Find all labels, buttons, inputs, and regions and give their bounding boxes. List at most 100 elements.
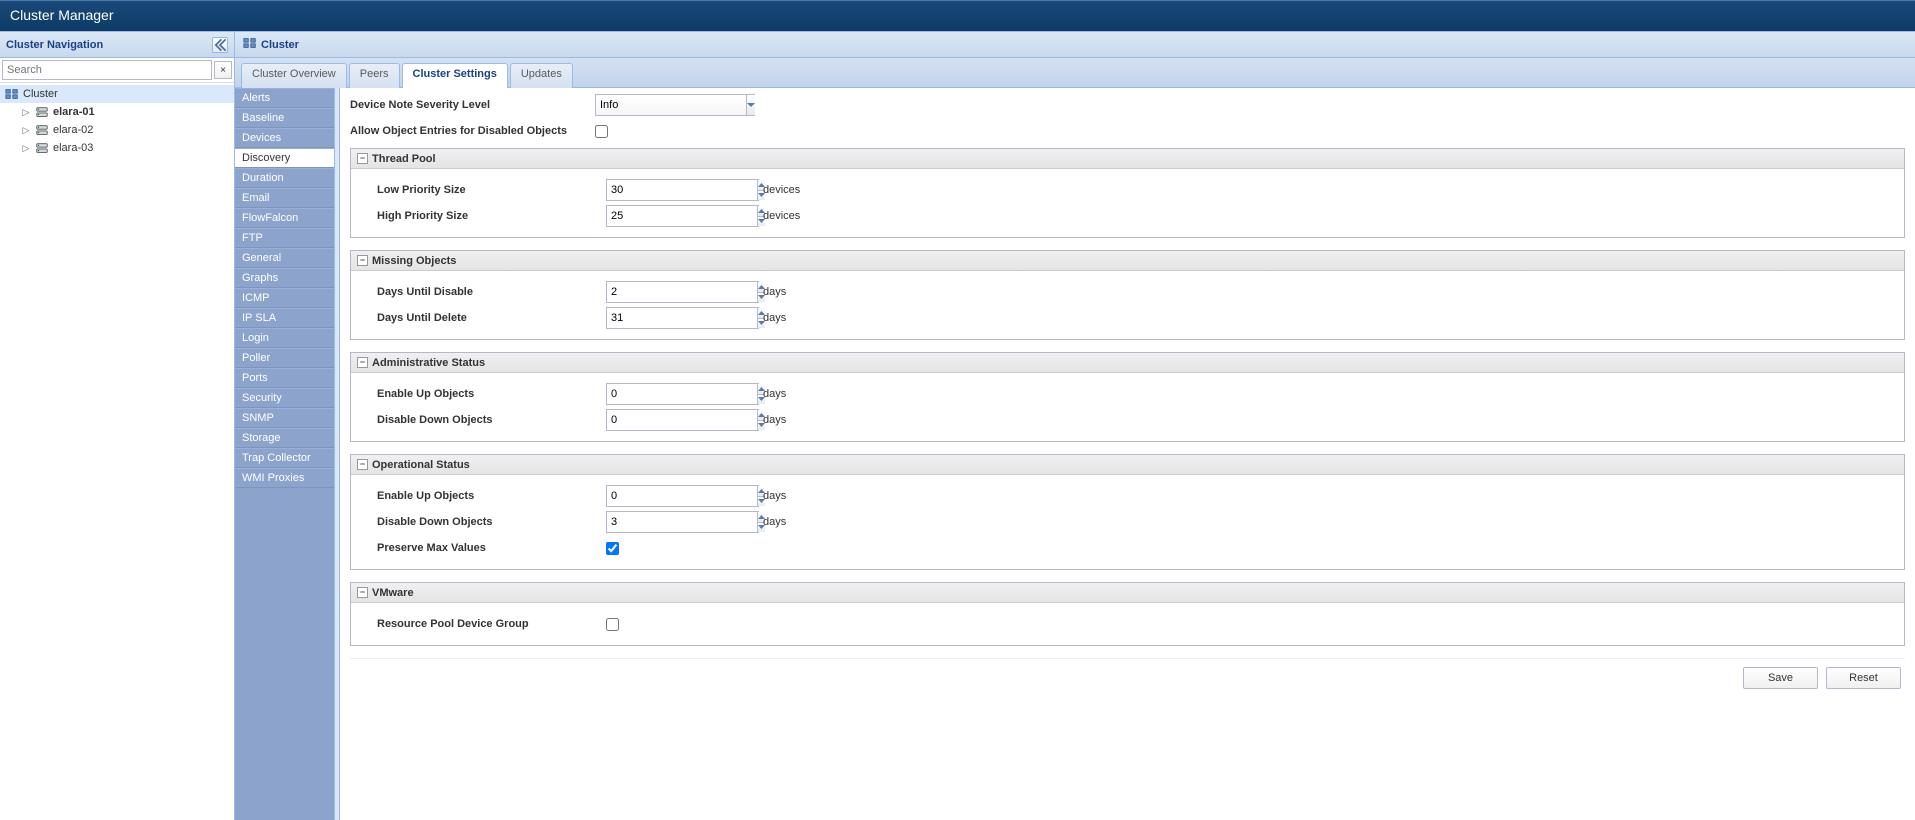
right-panel-title: Cluster (261, 39, 299, 51)
days-until-disable-label: Days Until Disable (361, 286, 606, 298)
fieldset-header-admin[interactable]: − Administrative Status (351, 353, 1904, 373)
admin-enable-up-spinner[interactable] (606, 383, 759, 405)
tree-root-label: Cluster (23, 88, 58, 100)
days-until-disable-unit: days (763, 286, 786, 298)
app-title: Cluster Manager (10, 7, 114, 23)
tree-node-elara-03[interactable]: ▷ elara-03 (16, 139, 234, 157)
tab-cluster-settings[interactable]: Cluster Settings (402, 63, 508, 88)
fieldset-header-oper[interactable]: − Operational Status (351, 455, 1904, 475)
side-item-login[interactable]: Login (235, 328, 334, 348)
fieldset-oper-status: − Operational Status Enable Up Objects d… (350, 454, 1905, 570)
fieldset-title: Thread Pool (372, 153, 436, 165)
tabs-toolbar: Cluster OverviewPeersCluster SettingsUpd… (235, 58, 1915, 88)
days-until-delete-input[interactable] (607, 308, 757, 328)
days-until-disable-spinner[interactable] (606, 281, 759, 303)
preserve-max-checkbox[interactable] (606, 542, 619, 555)
side-item-snmp[interactable]: SNMP (235, 408, 334, 428)
side-item-flowfalcon[interactable]: FlowFalcon (235, 208, 334, 228)
tree-node-elara-02[interactable]: ▷elara-02 (16, 121, 234, 139)
oper-disable-down-label: Disable Down Objects (361, 516, 606, 528)
oper-enable-up-spinner[interactable] (606, 485, 759, 507)
server-icon (34, 122, 50, 138)
side-item-graphs[interactable]: Graphs (235, 268, 334, 288)
days-until-delete-unit: days (763, 312, 786, 324)
low-priority-spinner[interactable] (606, 179, 759, 201)
oper-disable-down-spinner[interactable] (606, 511, 759, 533)
collapse-toggle-icon[interactable]: − (357, 587, 368, 598)
expand-icon[interactable]: ▷ (20, 106, 32, 118)
allow-disabled-label: Allow Object Entries for Disabled Object… (350, 125, 595, 137)
side-item-ftp[interactable]: FTP (235, 228, 334, 248)
tab-peers[interactable]: Peers (349, 63, 400, 88)
device-note-severity-dropdown[interactable] (595, 94, 755, 116)
app-title-bar: Cluster Manager (0, 0, 1915, 31)
resource-pool-checkbox[interactable] (606, 618, 619, 631)
high-priority-unit: devices (763, 210, 800, 222)
low-priority-input[interactable] (607, 180, 757, 200)
side-item-devices[interactable]: Devices (235, 128, 334, 148)
admin-disable-down-spinner[interactable] (606, 409, 759, 431)
collapse-toggle-icon[interactable]: − (357, 153, 368, 164)
oper-disable-down-input[interactable] (607, 512, 757, 532)
cluster-tree: Cluster ▷elara-01▷elara-02▷elara-03 (0, 83, 234, 820)
resource-pool-label: Resource Pool Device Group (361, 618, 606, 630)
side-item-security[interactable]: Security (235, 388, 334, 408)
expand-icon[interactable]: ▷ (20, 124, 32, 136)
admin-enable-up-input[interactable] (607, 384, 757, 404)
tree-node-label: elara-03 (53, 142, 93, 154)
side-item-discovery[interactable]: Discovery (235, 148, 334, 168)
dropdown-trigger-icon[interactable] (746, 95, 755, 115)
side-item-alerts[interactable]: Alerts (235, 88, 334, 108)
high-priority-spinner[interactable] (606, 205, 759, 227)
oper-enable-up-unit: days (763, 490, 786, 502)
side-item-duration[interactable]: Duration (235, 168, 334, 188)
days-until-disable-input[interactable] (607, 282, 757, 302)
side-item-ports[interactable]: Ports (235, 368, 334, 388)
side-item-trap-collector[interactable]: Trap Collector (235, 448, 334, 468)
oper-enable-up-input[interactable] (607, 486, 757, 506)
save-button[interactable]: Save (1743, 667, 1818, 689)
fieldset-header-thread-pool[interactable]: − Thread Pool (351, 149, 1904, 169)
admin-disable-down-input[interactable] (607, 410, 757, 430)
fieldset-title: Operational Status (372, 459, 470, 471)
preserve-max-label: Preserve Max Values (361, 542, 606, 554)
left-panel-header: Cluster Navigation (0, 32, 234, 58)
side-item-poller[interactable]: Poller (235, 348, 334, 368)
reset-button[interactable]: Reset (1826, 667, 1901, 689)
side-item-email[interactable]: Email (235, 188, 334, 208)
side-item-storage[interactable]: Storage (235, 428, 334, 448)
days-until-delete-spinner[interactable] (606, 307, 759, 329)
side-item-ip-sla[interactable]: IP SLA (235, 308, 334, 328)
collapse-toggle-icon[interactable]: − (357, 255, 368, 266)
device-note-severity-value[interactable] (596, 95, 746, 115)
collapse-toggle-icon[interactable]: − (357, 459, 368, 470)
admin-disable-down-label: Disable Down Objects (361, 414, 606, 426)
side-item-wmi-proxies[interactable]: WMI Proxies (235, 468, 334, 488)
tree-root-cluster[interactable]: Cluster (0, 85, 234, 103)
allow-disabled-checkbox[interactable] (595, 125, 608, 138)
collapse-toggle-icon[interactable]: − (357, 357, 368, 368)
tree-node-elara-01[interactable]: ▷elara-01 (16, 103, 234, 121)
tab-updates[interactable]: Updates (510, 63, 573, 88)
fieldset-missing-objects: − Missing Objects Days Until Disable day… (350, 250, 1905, 340)
search-input[interactable] (2, 60, 212, 80)
search-clear-button[interactable]: × (214, 61, 232, 79)
fieldset-header-missing[interactable]: − Missing Objects (351, 251, 1904, 271)
right-panel: Cluster Cluster OverviewPeersCluster Set… (235, 32, 1915, 820)
expand-icon[interactable]: ▷ (20, 142, 32, 154)
side-item-general[interactable]: General (235, 248, 334, 268)
search-row: × (0, 58, 234, 83)
collapse-left-button[interactable] (212, 37, 228, 53)
fieldset-admin-status: − Administrative Status Enable Up Object… (350, 352, 1905, 442)
settings-side-list: AlertsBaselineDevicesDiscoveryDurationEm… (235, 88, 335, 820)
side-item-icmp[interactable]: ICMP (235, 288, 334, 308)
side-item-baseline[interactable]: Baseline (235, 108, 334, 128)
fieldset-thread-pool: − Thread Pool Low Priority Size devices (350, 148, 1905, 238)
left-panel: Cluster Navigation × Cluster ▷elara-01▷e… (0, 32, 235, 820)
tab-cluster-overview[interactable]: Cluster Overview (241, 63, 347, 88)
fieldset-header-vmware[interactable]: − VMware (351, 583, 1904, 603)
low-priority-label: Low Priority Size (361, 184, 606, 196)
fieldset-title: Missing Objects (372, 255, 456, 267)
high-priority-input[interactable] (607, 206, 757, 226)
fieldset-vmware: − VMware Resource Pool Device Group (350, 582, 1905, 646)
